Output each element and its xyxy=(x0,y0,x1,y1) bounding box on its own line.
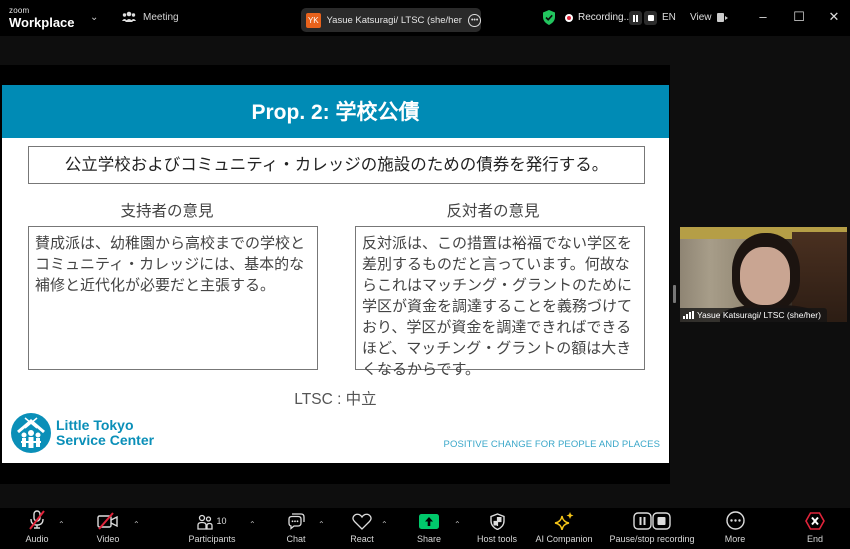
ai-companion-button[interactable]: AI Companion xyxy=(532,508,596,549)
language-selector[interactable]: EN xyxy=(662,12,676,23)
close-button[interactable]: ✕ xyxy=(826,9,842,25)
participants-icon xyxy=(197,514,214,530)
view-button[interactable]: View xyxy=(690,12,728,23)
participant-name: Yasue Katsuragi/ LTSC (she/her) xyxy=(697,310,821,320)
host-tools-button[interactable]: Host tools xyxy=(474,508,520,549)
ai-sparkle-icon xyxy=(554,512,574,530)
end-label: End xyxy=(806,534,823,544)
presentation-slide: Prop. 2: 学校公債 公立学校およびコミュニティ・カレッジの施設のための債… xyxy=(2,85,669,463)
more-options-icon[interactable]: ••• xyxy=(468,13,481,27)
view-layout-icon xyxy=(716,13,728,22)
slide-title: Prop. 2: 学校公債 xyxy=(2,85,669,138)
pause-stop-recording-icon xyxy=(633,512,671,530)
participant-name-label: Yasue Katsuragi/ LTSC (she/her) xyxy=(680,308,827,322)
participants-label: Participants xyxy=(188,534,236,544)
stop-icon xyxy=(647,15,654,21)
end-icon xyxy=(805,512,825,530)
more-icon xyxy=(725,511,745,530)
ltsc-logo-text: Little Tokyo Service Center xyxy=(56,418,154,448)
chevron-down-icon[interactable]: ⌄ xyxy=(90,12,98,23)
host-tools-label: Host tools xyxy=(476,534,518,544)
participant-face xyxy=(740,247,790,305)
audio-options-caret[interactable]: ⌃ xyxy=(58,520,65,529)
supporters-opinion: 賛成派は、幼稚園から高校までの学校とコミュニティ・カレッジには、基本的な補修と近… xyxy=(28,226,318,370)
more-button[interactable]: More xyxy=(720,508,750,549)
end-meeting-button[interactable]: End xyxy=(802,508,828,549)
people-icon xyxy=(122,11,136,22)
opponents-heading: 反対者の意見 xyxy=(446,203,540,220)
panel-resize-handle[interactable] xyxy=(673,285,676,303)
zoom-meeting-window: zoom Workplace ⌄ Meeting YK Yasue Katsur… xyxy=(0,0,850,549)
ltsc-position: LTSC : 中立 xyxy=(294,391,377,408)
pause-stop-recording-label: Pause/stop recording xyxy=(609,534,695,544)
video-options-caret[interactable]: ⌃ xyxy=(133,520,140,529)
recording-label: Recording... xyxy=(578,12,632,23)
pause-recording-button[interactable] xyxy=(629,11,642,25)
video-label: Video xyxy=(96,534,120,544)
shared-screen: Prop. 2: 学校公債 公立学校およびコミュニティ・カレッジの施設のための債… xyxy=(0,65,670,484)
minimize-button[interactable]: – xyxy=(755,9,771,25)
opponents-opinion: 反対派は、この措置は裕福でない学区を差別するものだと言っています。何故ならこれは… xyxy=(355,226,645,378)
react-label: React xyxy=(350,534,374,544)
meeting-controls-toolbar: Audio ⌃ Video ⌃ 10 Participants ⌃ Chat ⌃… xyxy=(0,508,850,549)
recording-controls xyxy=(629,11,657,25)
ltsc-logo-icon xyxy=(11,413,51,453)
maximize-button[interactable]: ☐ xyxy=(791,9,807,25)
sharer-avatar: YK xyxy=(306,12,321,28)
ltsc-logo: Little Tokyo Service Center xyxy=(11,413,154,453)
recording-dot-icon xyxy=(565,13,573,22)
share-button[interactable]: Share xyxy=(414,508,444,549)
audio-button[interactable]: Audio xyxy=(22,508,52,549)
chat-button[interactable]: Chat xyxy=(283,508,309,549)
chat-icon xyxy=(288,513,305,530)
meeting-label: Meeting xyxy=(143,11,179,23)
supporters-heading: 支持者の意見 xyxy=(120,203,214,220)
security-shield-icon[interactable] xyxy=(542,10,556,25)
chat-label: Chat xyxy=(286,534,306,544)
logo-line-2: Service Center xyxy=(56,432,155,448)
share-label: Share xyxy=(416,534,442,544)
camera-off-icon xyxy=(97,512,118,530)
video-button[interactable]: Video xyxy=(92,508,124,549)
participant-video-tile[interactable]: Yasue Katsuragi/ LTSC (she/her) xyxy=(680,227,847,322)
pause-stop-recording-button[interactable]: Pause/stop recording xyxy=(604,508,700,549)
more-label: More xyxy=(724,534,746,544)
meeting-tab[interactable]: Meeting xyxy=(122,11,179,23)
screen-share-indicator[interactable]: YK Yasue Katsuragi/ LTSC (she/her)'s ••• xyxy=(301,8,481,32)
pause-icon xyxy=(633,14,638,22)
chat-options-caret[interactable]: ⌃ xyxy=(318,520,325,529)
react-button[interactable]: React xyxy=(348,508,376,549)
ai-companion-label: AI Companion xyxy=(535,534,593,544)
stop-recording-button[interactable] xyxy=(644,11,657,25)
logo-line-1: Little Tokyo xyxy=(56,417,134,433)
participants-options-caret[interactable]: ⌃ xyxy=(249,520,256,529)
proposition-summary: 公立学校およびコミュニティ・カレッジの施設のための債券を発行する。 xyxy=(28,146,645,184)
sharer-name: Yasue Katsuragi/ LTSC (she/her)'s xyxy=(326,14,463,26)
audio-label: Audio xyxy=(25,534,49,544)
share-screen-icon xyxy=(419,514,439,529)
title-bar: zoom Workplace ⌄ Meeting YK Yasue Katsur… xyxy=(0,0,850,36)
share-options-caret[interactable]: ⌃ xyxy=(454,520,461,529)
brand-name: Workplace xyxy=(9,15,75,30)
microphone-muted-icon xyxy=(29,510,45,530)
signal-strength-icon xyxy=(683,311,694,319)
participants-button[interactable]: 10 Participants xyxy=(186,508,238,549)
participants-count: 10 xyxy=(216,516,227,526)
brand-small: zoom xyxy=(9,6,30,15)
slide-tagline: POSITIVE CHANGE FOR PEOPLE AND PLACES xyxy=(443,439,660,450)
view-label: View xyxy=(690,12,712,23)
recording-status: Recording... xyxy=(565,12,632,23)
heart-icon xyxy=(352,513,372,530)
zoom-workplace-logo: zoom Workplace xyxy=(9,6,75,30)
host-tools-shield-icon xyxy=(489,513,505,530)
react-options-caret[interactable]: ⌃ xyxy=(381,520,388,529)
